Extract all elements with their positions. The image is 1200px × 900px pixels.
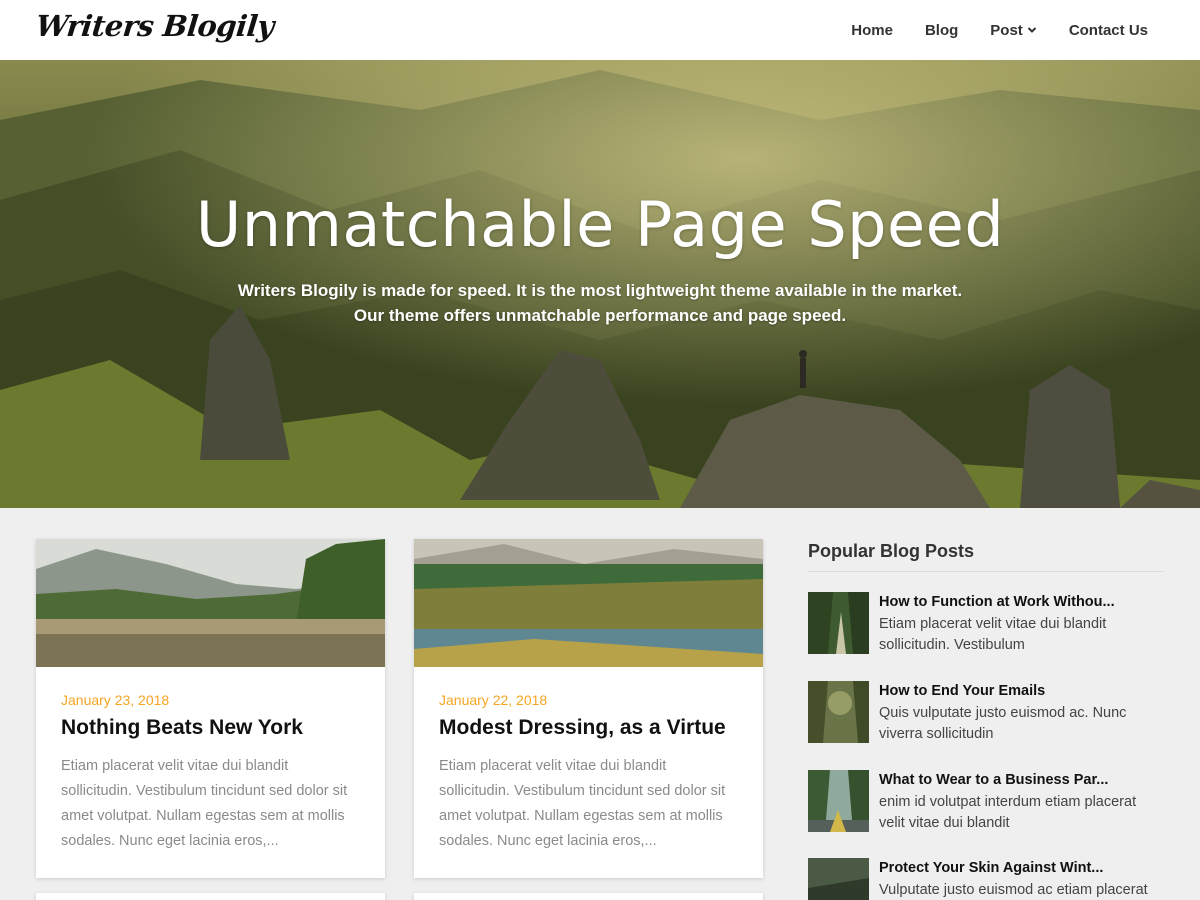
- popular-post-excerpt: Vulputate justo euismod ac etiam placera…: [879, 882, 1148, 898]
- popular-post-thumbnail[interactable]: [808, 858, 869, 900]
- popular-post-item[interactable]: What to Wear to a Business Par... enim i…: [808, 770, 1168, 832]
- post-excerpt: Etiam placerat velit vitae dui blandit s…: [61, 758, 348, 849]
- nav-item-blog[interactable]: Blog: [925, 22, 958, 39]
- post-title[interactable]: Nothing Beats New York: [61, 716, 303, 740]
- site-logo[interactable]: Writers Blogily: [34, 9, 275, 43]
- popular-post-thumbnail[interactable]: [808, 681, 869, 743]
- popular-post-item[interactable]: How to Function at Work Withou... Etiam …: [808, 592, 1168, 654]
- popular-post-excerpt: Quis vulputate justo euismod ac. Nunc vi…: [879, 705, 1127, 742]
- chevron-down-icon: [1027, 27, 1037, 33]
- popular-post-thumbnail[interactable]: [808, 592, 869, 654]
- post-date: January 23, 2018: [61, 692, 170, 708]
- post-card[interactable]: January 22, 2018 Modest Dressing, as a V…: [414, 539, 763, 878]
- nav-item-label: Contact Us: [1068, 21, 1148, 39]
- popular-post-excerpt: enim id volutpat interdum etiam placerat…: [879, 794, 1137, 831]
- main-nav: Home Blog Post Contact Us: [851, 0, 1148, 60]
- post-excerpt: Etiam placerat velit vitae dui blandit s…: [439, 758, 726, 849]
- post-card[interactable]: [36, 893, 385, 900]
- hero-banner: Unmatchable Page Speed Writers Blogily i…: [0, 60, 1200, 508]
- divider: [808, 571, 1164, 572]
- post-card[interactable]: [414, 893, 763, 900]
- popular-post-item[interactable]: Protect Your Skin Against Wint... Vulput…: [808, 858, 1168, 900]
- post-title[interactable]: Modest Dressing, as a Virtue: [439, 716, 726, 740]
- popular-post-title[interactable]: What to Wear to a Business Par...: [879, 772, 1108, 788]
- post-thumbnail[interactable]: [414, 539, 763, 667]
- nav-item-contact[interactable]: Contact Us: [1069, 22, 1148, 39]
- nav-item-label: Home: [851, 21, 893, 39]
- nav-item-post[interactable]: Post: [990, 22, 1037, 39]
- hero-title: Unmatchable Page Speed: [195, 188, 1005, 261]
- popular-post-excerpt: Etiam placerat velit vitae dui blandit s…: [879, 616, 1107, 653]
- popular-post-item[interactable]: How to End Your Emails Quis vulputate ju…: [808, 681, 1168, 743]
- popular-post-thumbnail[interactable]: [808, 770, 869, 832]
- hero-subtitle: Writers Blogily is made for speed. It is…: [0, 278, 1200, 328]
- hero-subtitle-line: Our theme offers unmatchable performance…: [353, 306, 847, 325]
- hero-subtitle-line: Writers Blogily is made for speed. It is…: [237, 281, 963, 300]
- nav-item-label: Blog: [924, 21, 959, 39]
- post-card[interactable]: January 23, 2018 Nothing Beats New York …: [36, 539, 385, 878]
- nav-item-home[interactable]: Home: [851, 22, 893, 39]
- sidebar-heading: Popular Blog Posts: [808, 541, 975, 561]
- nav-item-label: Post: [990, 21, 1023, 39]
- popular-post-title[interactable]: Protect Your Skin Against Wint...: [879, 860, 1103, 876]
- site-header: Writers Blogily Home Blog Post Contact U…: [0, 0, 1200, 60]
- post-thumbnail[interactable]: [36, 539, 385, 667]
- post-date: January 22, 2018: [439, 692, 548, 708]
- popular-post-title[interactable]: How to End Your Emails: [879, 683, 1045, 699]
- popular-post-title[interactable]: How to Function at Work Withou...: [879, 594, 1115, 610]
